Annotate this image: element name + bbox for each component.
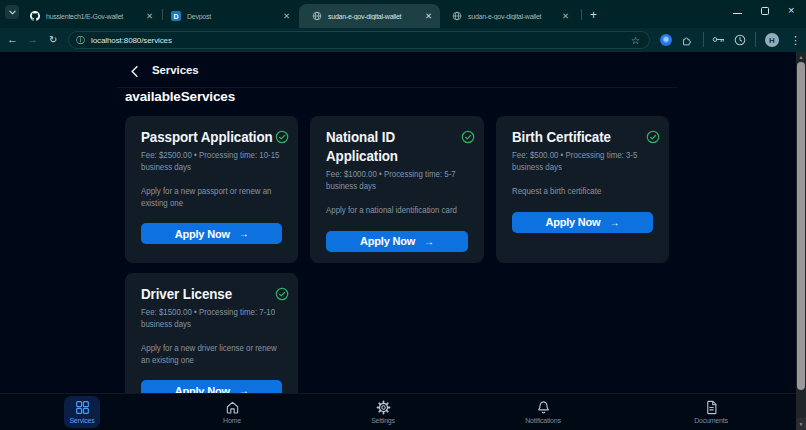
browser-tab-devpost[interactable]: D Devpost ✕: [163, 4, 298, 28]
browser-tab-bar: hussientech1/E-Gov-wallet ✕ D Devpost ✕ …: [0, 0, 806, 28]
service-card-passport: Passport Application Fee: $2500.00 • Pro…: [125, 116, 298, 263]
forward-button[interactable]: →: [27, 33, 38, 45]
browser-tab-duplicate[interactable]: sudan-e-gov-digital-wallet ✕: [444, 4, 577, 28]
nav-item-notifications[interactable]: Notifications: [521, 396, 565, 428]
service-fee: Fee: $1000.00 • Processing time: 5-7 bus…: [326, 168, 466, 192]
service-fee: Fee: $1500.00 • Processing time: 7-10 bu…: [141, 306, 281, 330]
scrollbar[interactable]: ▲ ▼: [796, 52, 806, 430]
apply-now-button[interactable]: Apply Now→: [512, 212, 653, 233]
tab-close-icon[interactable]: ✕: [562, 12, 569, 21]
new-tab-button[interactable]: +: [586, 7, 601, 22]
profile-avatar[interactable]: H: [765, 33, 779, 47]
scrollbar-down-arrow[interactable]: ▼: [796, 418, 806, 430]
tab-divider: [581, 9, 582, 20]
chevron-left-icon: [130, 65, 139, 78]
tab-close-icon[interactable]: ✕: [283, 12, 290, 21]
tab-title: sudan-e-gov-digital-wallet: [328, 13, 421, 20]
globe-icon: [312, 11, 322, 21]
browser-tab-github[interactable]: hussientech1/E-Gov-wallet ✕: [22, 4, 161, 28]
service-name: Driver License: [141, 284, 281, 303]
chevron-down-icon: [9, 10, 16, 15]
devpost-icon: D: [171, 11, 181, 21]
tab-close-icon[interactable]: ✕: [425, 12, 432, 21]
arrow-right-icon: →: [609, 217, 619, 228]
browser-tab-active[interactable]: sudan-e-gov-digital-wallet ✕: [299, 4, 440, 28]
back-button[interactable]: ←: [7, 33, 18, 45]
tab-title: sudan-e-gov-digital-wallet: [468, 13, 558, 20]
service-fee: Fee: $500.00 • Processing time: 3-5 busi…: [512, 149, 652, 173]
tab-title: Devpost: [187, 13, 279, 20]
tab-close-icon[interactable]: ✕: [146, 12, 153, 21]
bottom-nav: Services Home Settings Notifications Doc…: [0, 393, 806, 430]
service-fee: Fee: $2500.00 • Processing time: 10-15 b…: [141, 149, 281, 173]
services-grid: Passport Application Fee: $2500.00 • Pro…: [125, 116, 669, 420]
section-title: availableServices: [125, 89, 677, 104]
toolbar-divider: [703, 32, 704, 47]
nav-item-documents[interactable]: Documents: [689, 396, 733, 428]
service-name: National ID Application: [326, 127, 466, 165]
document-icon: [704, 400, 719, 415]
service-description: Request a birth certificate: [512, 186, 652, 198]
nav-item-services[interactable]: Services: [64, 396, 100, 428]
service-description: Apply for a national identification card: [326, 205, 466, 217]
apply-now-button[interactable]: Apply Now→: [141, 223, 282, 244]
globe-icon: [452, 11, 462, 21]
check-circle-icon: [275, 287, 289, 305]
nav-item-home[interactable]: Home: [210, 396, 254, 428]
apply-now-button[interactable]: Apply Now→: [326, 231, 467, 252]
gear-icon: [376, 400, 391, 415]
check-circle-icon: [275, 130, 289, 148]
service-name: Birth Certificate: [512, 127, 652, 146]
passwords-key-icon[interactable]: [712, 35, 725, 44]
home-icon: [225, 400, 240, 415]
arrow-right-icon: →: [239, 228, 249, 239]
scrollbar-up-arrow[interactable]: ▲: [796, 52, 806, 62]
service-description: Apply for a new passport or renew an exi…: [141, 186, 281, 209]
page-title: Services: [152, 64, 199, 76]
services-container: availableServices Passport Application F…: [117, 87, 677, 420]
service-card-birth-certificate: Birth Certificate Fee: $500.00 • Process…: [496, 116, 669, 263]
page-back-button[interactable]: [130, 64, 139, 82]
window-maximize-button[interactable]: [761, 7, 769, 15]
service-description: Apply for a new driver license or renew …: [141, 343, 281, 366]
service-card-national-id: National ID Application Fee: $1000.00 • …: [310, 116, 483, 263]
toolbar-divider: [755, 32, 756, 47]
grid-icon: [75, 400, 90, 415]
bell-icon: [536, 400, 551, 415]
browser-menu-icon[interactable]: ⋮: [790, 33, 801, 47]
reload-button[interactable]: ↻: [49, 34, 57, 45]
window-close-button[interactable]: ×: [788, 5, 794, 16]
tab-title: hussientech1/E-Gov-wallet: [46, 13, 142, 20]
address-bar[interactable]: ⓘ localhost:8080/services ☆: [68, 31, 650, 49]
tab-search-button[interactable]: [5, 5, 19, 19]
arrow-right-icon: →: [424, 236, 434, 247]
bookmark-star-icon[interactable]: ☆: [631, 35, 640, 46]
extensions-puzzle-icon[interactable]: [681, 34, 693, 46]
service-name: Passport Application: [141, 127, 281, 146]
history-clock-icon[interactable]: [734, 34, 746, 46]
check-circle-icon: [461, 130, 475, 148]
browser-toolbar: ← → ↻ ⓘ localhost:8080/services ☆ H ⋮: [0, 28, 806, 52]
extension-blue-circle-icon[interactable]: [660, 34, 672, 46]
url-text[interactable]: localhost:8080/services: [91, 36, 172, 45]
check-circle-icon: [646, 130, 660, 148]
scrollbar-thumb[interactable]: [797, 62, 805, 390]
window-minimize-button[interactable]: [733, 13, 742, 14]
site-info-icon[interactable]: ⓘ: [76, 36, 85, 45]
nav-item-settings[interactable]: Settings: [361, 396, 405, 428]
github-icon: [30, 11, 40, 21]
